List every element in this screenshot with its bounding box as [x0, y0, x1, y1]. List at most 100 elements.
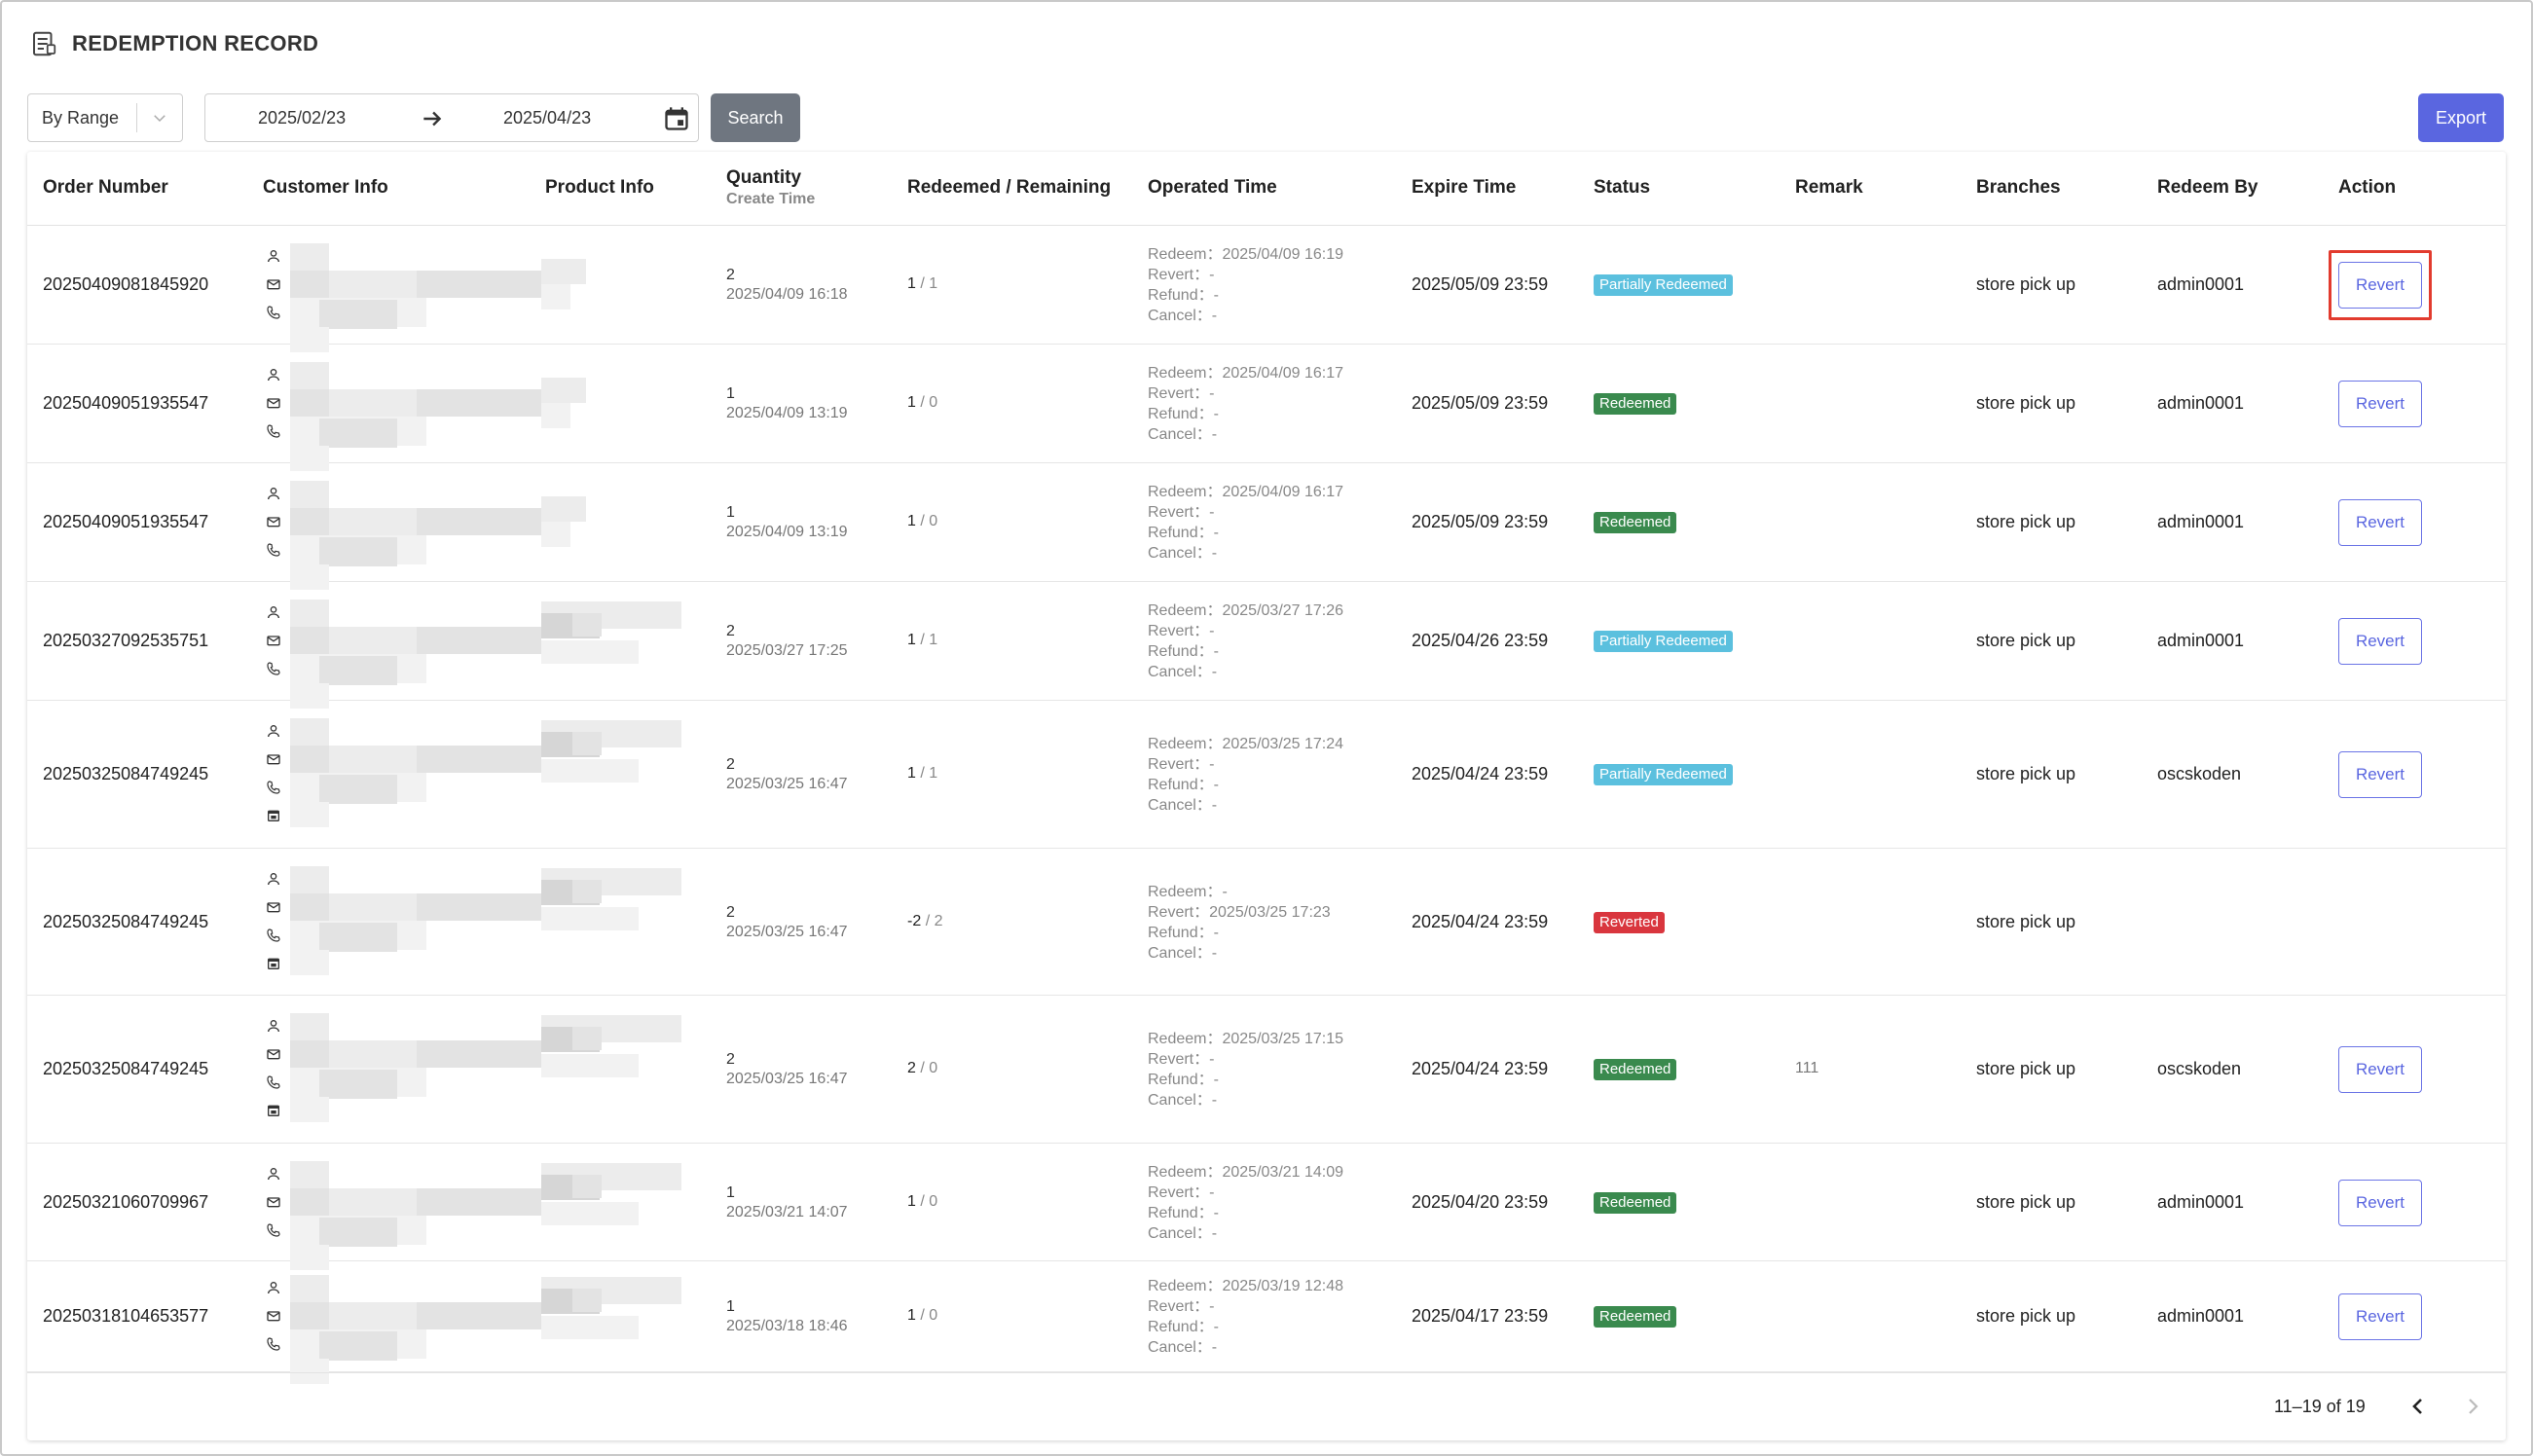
redeem-by: admin0001 — [2157, 631, 2245, 650]
document-list-icon — [33, 31, 56, 56]
redacted-customer-info — [319, 923, 397, 952]
operated-cancel: Cancel：- — [1148, 664, 1218, 680]
create-time: 2025/03/27 17:25 — [726, 642, 848, 659]
table-row: 20250409081845920 2 2025/04/09 16:18 1 / 1 R… — [27, 226, 2506, 352]
table-row: 20250409051935547 1 2025/04/09 13:19 1 / 0 R… — [27, 463, 2506, 590]
revert-button[interactable]: Revert — [2338, 381, 2422, 427]
header-branches: Branches — [1976, 177, 2061, 198]
quantity-value: 2 — [726, 756, 735, 773]
redacted-customer-info — [329, 746, 417, 773]
branch: store pick up — [1976, 1059, 2076, 1078]
quantity-value: 2 — [726, 623, 735, 639]
redacted-product-info — [572, 1027, 602, 1050]
mail-icon — [265, 898, 282, 916]
table-row: 20250409051935547 1 2025/04/09 13:19 1 / 0 R… — [27, 345, 2506, 471]
revert-button[interactable]: Revert — [2338, 499, 2422, 546]
revert-button[interactable]: Revert — [2338, 1293, 2422, 1340]
branch: store pick up — [1976, 631, 2076, 650]
operated-revert: Revert：2025/03/25 17:23 — [1148, 904, 1331, 921]
header-redeemed-remaining: Redeemed / Remaining — [907, 177, 1112, 198]
operated-time: Redeem：2025/04/09 16:17 Revert：- Refund：- C… — [1148, 363, 1343, 445]
redeemed-count: 2 — [907, 1060, 916, 1076]
create-time: 2025/03/18 18:46 — [726, 1318, 848, 1334]
remaining-count: / 0 — [920, 1060, 938, 1076]
redacted-customer-info — [319, 1070, 397, 1099]
header-remark: Remark — [1795, 177, 1863, 198]
operated-redeem: Redeem：2025/03/19 12:48 — [1148, 1278, 1344, 1294]
person-icon — [265, 603, 282, 621]
header-quantity: Quantity Create Time — [726, 167, 815, 208]
redacted-customer-info — [290, 950, 329, 975]
order-number: 20250325084749245 — [43, 764, 209, 783]
status-badge: Redeemed — [1594, 393, 1677, 415]
redacted-product-info — [541, 1315, 639, 1339]
redeem-by: admin0001 — [2157, 393, 2245, 413]
date-from-input[interactable]: 2025/02/23 — [258, 108, 346, 128]
header-action: Action — [2338, 177, 2397, 198]
mail-icon — [265, 394, 282, 412]
operated-revert: Revert：- — [1148, 1298, 1215, 1315]
revert-button[interactable]: Revert — [2338, 1180, 2422, 1226]
operated-time: Redeem：- Revert：2025/03/25 17:23 Refund：- C… — [1148, 882, 1331, 964]
branch: store pick up — [1976, 393, 2076, 413]
operated-revert: Revert：- — [1148, 756, 1215, 773]
remaining-count: / 0 — [920, 1307, 938, 1324]
chevron-down-icon[interactable] — [137, 109, 182, 127]
revert-button[interactable]: Revert — [2338, 751, 2422, 798]
redacted-customer-info — [329, 1187, 417, 1216]
phone-icon — [265, 927, 282, 944]
date-icon — [265, 807, 282, 824]
branch: store pick up — [1976, 1192, 2076, 1212]
create-time: 2025/03/25 16:47 — [726, 1071, 848, 1087]
expire-time: 2025/04/24 23:59 — [1412, 1059, 1549, 1078]
arrow-right-icon — [420, 106, 445, 136]
calendar-icon[interactable] — [663, 105, 690, 137]
expire-time: 2025/04/24 23:59 — [1412, 764, 1549, 783]
redacted-customer-info — [319, 655, 397, 685]
chevron-left-icon[interactable] — [2406, 1395, 2430, 1423]
table-row: 20250325084749245 2 2025/03/25 16:47 2 / 0 R… — [27, 996, 2506, 1144]
date-range-picker[interactable]: 2025/02/23 2025/04/23 — [204, 93, 699, 142]
redeemed-count: 1 — [907, 1307, 916, 1324]
redacted-customer-info — [290, 1274, 329, 1302]
order-number: 20250318104653577 — [43, 1306, 209, 1326]
revert-button[interactable]: Revert — [2338, 1046, 2422, 1093]
operated-cancel: Cancel：- — [1148, 1339, 1218, 1356]
operated-refund: Refund：- — [1148, 1319, 1219, 1335]
redacted-customer-info — [329, 893, 417, 921]
operated-revert: Revert：- — [1148, 267, 1215, 283]
range-select[interactable]: By Range — [27, 93, 183, 142]
search-button[interactable]: Search — [711, 93, 800, 142]
redeemed-count: 1 — [907, 632, 916, 648]
redeemed-count: 1 — [907, 275, 916, 292]
quantity-value: 1 — [726, 385, 735, 402]
operated-revert: Revert：- — [1148, 1184, 1215, 1201]
redacted-customer-info — [290, 718, 329, 746]
expire-time: 2025/04/17 23:59 — [1412, 1306, 1549, 1326]
person-icon — [265, 247, 282, 265]
redeemed-remaining: 1 / 1 — [907, 765, 937, 783]
operated-revert: Revert：- — [1148, 504, 1215, 521]
export-button[interactable]: Export — [2418, 93, 2504, 142]
revert-button[interactable]: Revert — [2338, 618, 2422, 665]
phone-icon — [265, 1221, 282, 1239]
status-badge: Redeemed — [1594, 1059, 1677, 1080]
customer-info-icons — [265, 1279, 282, 1364]
person-icon — [265, 1165, 282, 1183]
redacted-customer-info — [319, 1217, 397, 1247]
operated-revert: Revert：- — [1148, 385, 1215, 402]
redeemed-remaining: 1 / 0 — [907, 1307, 937, 1325]
redacted-customer-info — [319, 418, 397, 448]
revert-button[interactable]: Revert — [2338, 262, 2422, 309]
operated-cancel: Cancel：- — [1148, 797, 1218, 814]
redacted-product-info — [572, 732, 602, 755]
operated-cancel: Cancel：- — [1148, 308, 1218, 324]
redacted-product-info — [541, 521, 570, 547]
operated-redeem: Redeem：2025/03/25 17:24 — [1148, 736, 1344, 752]
redacted-customer-info — [319, 1330, 397, 1361]
chevron-right-icon[interactable] — [2461, 1395, 2484, 1423]
expire-time: 2025/05/09 23:59 — [1412, 274, 1549, 294]
date-to-input[interactable]: 2025/04/23 — [503, 108, 591, 128]
order-number: 20250325084749245 — [43, 1059, 209, 1078]
redeemed-remaining: 1 / 0 — [907, 394, 937, 412]
